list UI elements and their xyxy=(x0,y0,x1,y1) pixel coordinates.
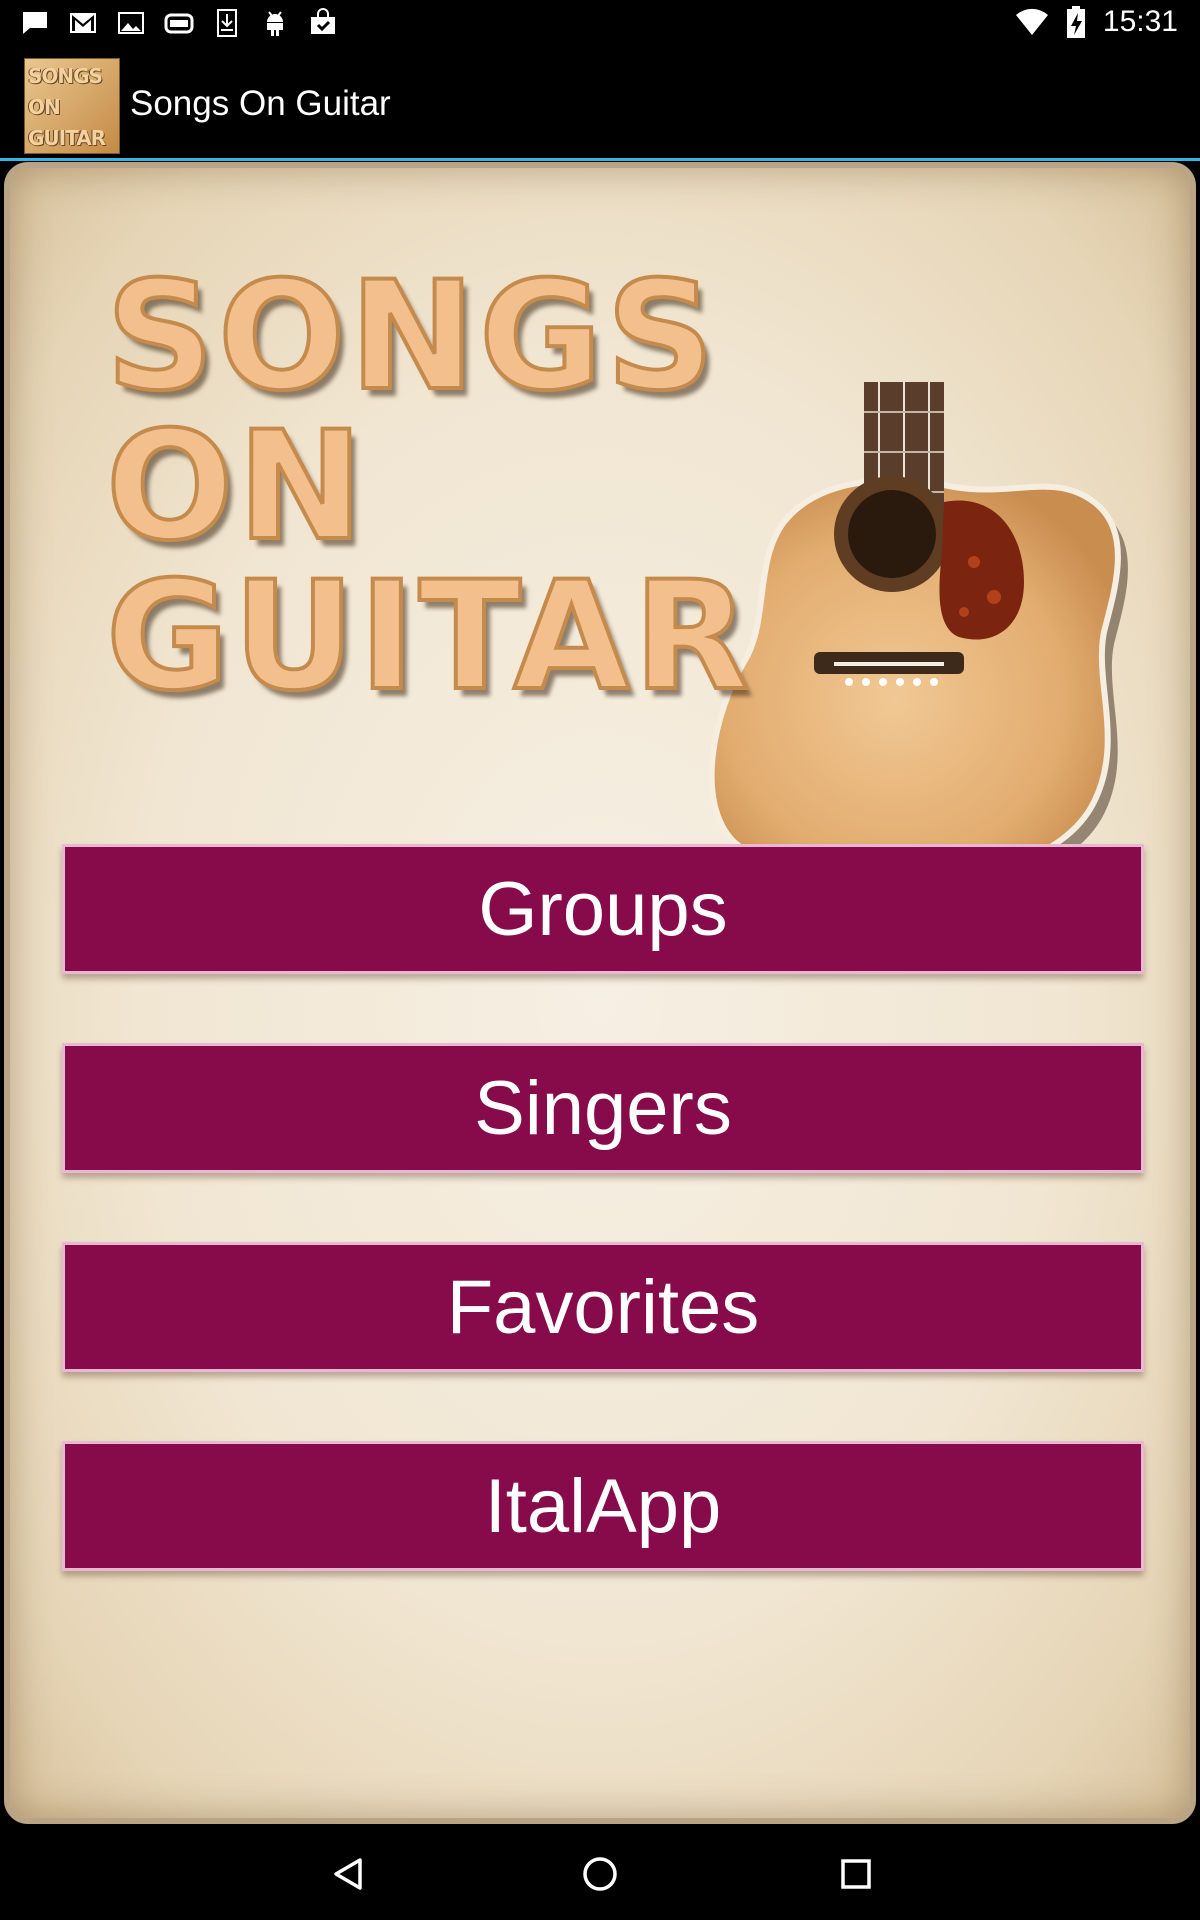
image-icon xyxy=(116,8,146,38)
logo-line-3: GUITAR xyxy=(28,126,106,150)
recents-button[interactable] xyxy=(826,1844,886,1904)
notification-icons xyxy=(20,8,338,38)
home-icon xyxy=(583,1857,617,1891)
hero-title-line-1: SONGS xyxy=(104,250,719,424)
hero-title-line-3: GUITAR xyxy=(104,550,753,724)
singers-button[interactable]: Singers xyxy=(62,1043,1144,1173)
logo-line-2: ON xyxy=(28,95,61,119)
store-icon xyxy=(308,8,338,38)
gmail-icon xyxy=(68,8,98,38)
navigation-bar xyxy=(0,1824,1200,1920)
hero-title-line-2: ON xyxy=(104,400,368,574)
groups-button[interactable]: Groups xyxy=(62,844,1144,974)
message-icon xyxy=(20,8,50,38)
clock: 15:31 xyxy=(1102,5,1178,38)
italapp-button[interactable]: ItalApp xyxy=(62,1441,1144,1571)
storage-icon xyxy=(164,8,194,38)
battery-icon xyxy=(1065,5,1087,39)
app-bar-divider xyxy=(0,158,1200,161)
app-title: Songs On Guitar xyxy=(130,84,391,123)
app-logo-text: SONGS ON GUITAR xyxy=(28,61,106,153)
system-icons: 15:31 xyxy=(1015,5,1178,39)
android-icon xyxy=(260,8,290,38)
status-bar: 15:31 xyxy=(0,0,1200,50)
wifi-icon xyxy=(1015,5,1049,39)
back-icon xyxy=(334,1858,362,1890)
download-icon xyxy=(212,8,242,38)
back-button[interactable] xyxy=(318,1844,378,1904)
logo-line-1: SONGS xyxy=(28,64,103,88)
favorites-button[interactable]: Favorites xyxy=(62,1242,1144,1372)
app-logo: SONGS ON GUITAR xyxy=(24,58,120,154)
main-content: SONGS ON GUITAR Groups Singers Favorites… xyxy=(4,162,1196,1824)
home-button[interactable] xyxy=(570,1844,630,1904)
recents-icon xyxy=(841,1859,871,1889)
